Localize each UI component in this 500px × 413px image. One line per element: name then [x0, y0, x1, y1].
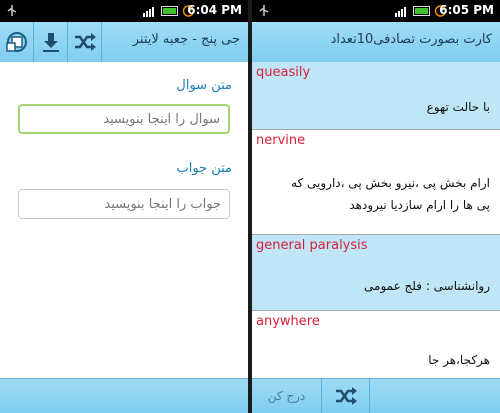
card-meaning: روانشناسی : فلج عمومی — [364, 279, 490, 293]
answer-input[interactable] — [18, 189, 230, 219]
question-label: متن سوال — [176, 78, 232, 93]
usb-icon — [7, 5, 17, 16]
card-meaning: هرکجا،هر جا — [428, 353, 490, 367]
question-input[interactable] — [18, 104, 230, 134]
left-screen: 6:04 PM جی پنج - جعبه لایتنر متن سوال سو… — [0, 0, 248, 413]
list-item[interactable]: anywhere هرکجا،هر جا — [252, 311, 500, 379]
battery-icon — [161, 6, 178, 16]
status-time: 6:04 PM — [187, 3, 242, 17]
right-screen: 6:05 PM کارت بصورت تصادفی10تعداد queasil… — [252, 0, 500, 413]
card-form: متن سوال متن جواب — [0, 62, 248, 379]
insert-label: درج کن — [267, 389, 306, 403]
card-word: general paralysis — [256, 238, 368, 253]
lightbox-settings-button[interactable] — [0, 22, 34, 62]
app-title: جی پنج - جعبه لایتنر — [132, 32, 240, 47]
status-bar: 6:04 PM — [0, 0, 248, 22]
app-title: کارت بصورت تصادفی10تعداد — [330, 32, 492, 47]
signal-icon — [143, 7, 154, 17]
card-meaning: ارام بخش پی ،نیرو بخش پی ،دارویی که پی ه… — [291, 176, 490, 212]
card-word: queasily — [256, 65, 311, 80]
download-button[interactable] — [34, 22, 68, 62]
list-item[interactable]: general paralysis روانشناسی : فلج عمومی — [252, 235, 500, 311]
card-word: nervine — [256, 133, 306, 148]
lightbox-settings-icon — [5, 32, 27, 52]
card-meaning: با حالت تهوع — [426, 100, 490, 114]
flashcard-list: queasily با حالت تهوع nervine ارام بخش پ… — [252, 62, 500, 379]
answer-label: متن جواب — [176, 161, 232, 176]
battery-icon — [413, 6, 430, 16]
shuffle-button[interactable] — [68, 22, 102, 62]
list-item[interactable]: nervine ارام بخش پی ،نیرو بخش پی ،دارویی… — [252, 130, 500, 235]
usb-icon — [259, 5, 269, 16]
bottom-bar — [0, 378, 248, 413]
card-word: anywhere — [256, 314, 320, 329]
title-bar: کارت بصورت تصادفی10تعداد — [252, 22, 500, 63]
title-bar: جی پنج - جعبه لایتنر — [0, 22, 248, 63]
download-icon — [42, 33, 59, 52]
shuffle-button[interactable] — [322, 379, 370, 413]
shuffle-icon — [335, 387, 357, 405]
list-item[interactable]: queasily با حالت تهوع — [252, 62, 500, 130]
signal-icon — [395, 7, 406, 17]
insert-button[interactable]: درج کن — [252, 379, 322, 413]
shuffle-icon — [74, 33, 96, 51]
bottom-bar: درج کن — [252, 378, 500, 413]
status-bar: 6:05 PM — [252, 0, 500, 22]
status-time: 6:05 PM — [439, 3, 494, 17]
